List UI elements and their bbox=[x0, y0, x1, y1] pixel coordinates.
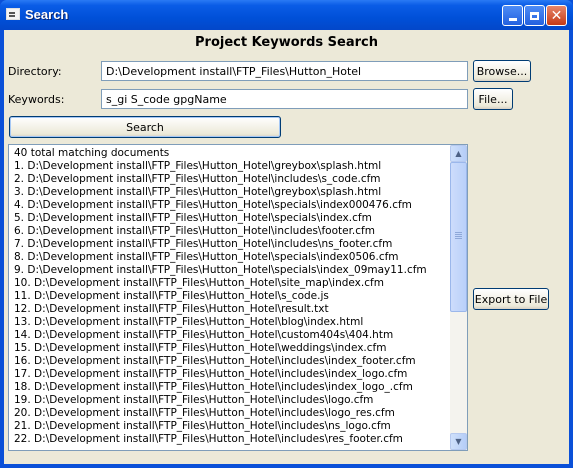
result-line[interactable]: 7. D:\Development install\FTP_Files\Hutt… bbox=[14, 238, 448, 251]
result-line[interactable]: 8. D:\Development install\FTP_Files\Hutt… bbox=[14, 251, 448, 264]
dialog-body: Project Keywords Search Directory: Brows… bbox=[4, 30, 569, 464]
result-line[interactable]: 21. D:\Development install\FTP_Files\Hut… bbox=[14, 420, 448, 433]
window-title: Search bbox=[25, 7, 69, 22]
minimize-icon bbox=[508, 18, 517, 21]
result-line[interactable]: 6. D:\Development install\FTP_Files\Hutt… bbox=[14, 225, 448, 238]
vertical-scrollbar[interactable]: ▲ ▼ bbox=[450, 145, 467, 450]
result-line[interactable]: 16. D:\Development install\FTP_Files\Hut… bbox=[14, 355, 448, 368]
result-line[interactable]: 1. D:\Development install\FTP_Files\Hutt… bbox=[14, 160, 448, 173]
search-window: Search ✕ Project Keywords Search Directo… bbox=[0, 0, 573, 468]
scroll-up-arrow-icon: ▲ bbox=[455, 149, 462, 158]
result-line[interactable]: 10. D:\Development install\FTP_Files\Hut… bbox=[14, 277, 448, 290]
result-line[interactable]: 18. D:\Development install\FTP_Files\Hut… bbox=[14, 381, 448, 394]
minimize-button[interactable] bbox=[502, 5, 523, 26]
keywords-label: Keywords: bbox=[8, 93, 65, 106]
scroll-down-arrow-icon: ▼ bbox=[455, 437, 462, 446]
scroll-down-button[interactable]: ▼ bbox=[450, 433, 467, 450]
results-text: 40 total matching documents 1. D:\Develo… bbox=[14, 147, 448, 446]
result-line[interactable]: 20. D:\Development install\FTP_Files\Hut… bbox=[14, 407, 448, 420]
scrollbar-thumb[interactable] bbox=[450, 162, 467, 312]
result-line[interactable]: 22. D:\Development install\FTP_Files\Hut… bbox=[14, 433, 448, 446]
result-line[interactable]: 17. D:\Development install\FTP_Files\Hut… bbox=[14, 368, 448, 381]
export-to-file-button[interactable]: Export to File bbox=[473, 288, 549, 310]
page-title: Project Keywords Search bbox=[195, 35, 378, 50]
search-button[interactable]: Search bbox=[9, 116, 281, 138]
results-summary: 40 total matching documents bbox=[14, 147, 170, 159]
close-button[interactable]: ✕ bbox=[546, 5, 567, 26]
result-line[interactable]: 9. D:\Development install\FTP_Files\Hutt… bbox=[14, 264, 448, 277]
title-bar[interactable]: Search ✕ bbox=[0, 0, 573, 30]
result-line[interactable]: 11. D:\Development install\FTP_Files\Hut… bbox=[14, 290, 448, 303]
close-icon: ✕ bbox=[550, 7, 563, 24]
result-line[interactable]: 3. D:\Development install\FTP_Files\Hutt… bbox=[14, 186, 448, 199]
result-line[interactable]: 19. D:\Development install\FTP_Files\Hut… bbox=[14, 394, 448, 407]
maximize-icon bbox=[530, 11, 539, 20]
app-window-icon bbox=[6, 8, 20, 20]
thumb-grip-icon bbox=[455, 232, 462, 233]
directory-label: Directory: bbox=[8, 65, 62, 78]
scroll-up-button[interactable]: ▲ bbox=[450, 145, 467, 162]
file-button[interactable]: File... bbox=[473, 88, 513, 110]
result-line[interactable]: 14. D:\Development install\FTP_Files\Hut… bbox=[14, 329, 448, 342]
result-line[interactable]: 5. D:\Development install\FTP_Files\Hutt… bbox=[14, 212, 448, 225]
result-line[interactable]: 13. D:\Development install\FTP_Files\Hut… bbox=[14, 316, 448, 329]
result-line[interactable]: 4. D:\Development install\FTP_Files\Hutt… bbox=[14, 199, 448, 212]
directory-input[interactable] bbox=[101, 61, 468, 81]
results-list[interactable]: 40 total matching documents 1. D:\Develo… bbox=[8, 144, 468, 451]
keywords-input[interactable] bbox=[101, 89, 468, 109]
result-line[interactable]: 2. D:\Development install\FTP_Files\Hutt… bbox=[14, 173, 448, 186]
browse-button[interactable]: Browse... bbox=[473, 60, 531, 82]
result-line[interactable]: 12. D:\Development install\FTP_Files\Hut… bbox=[14, 303, 448, 316]
result-line[interactable]: 15. D:\Development install\FTP_Files\Hut… bbox=[14, 342, 448, 355]
maximize-button[interactable] bbox=[524, 5, 545, 26]
